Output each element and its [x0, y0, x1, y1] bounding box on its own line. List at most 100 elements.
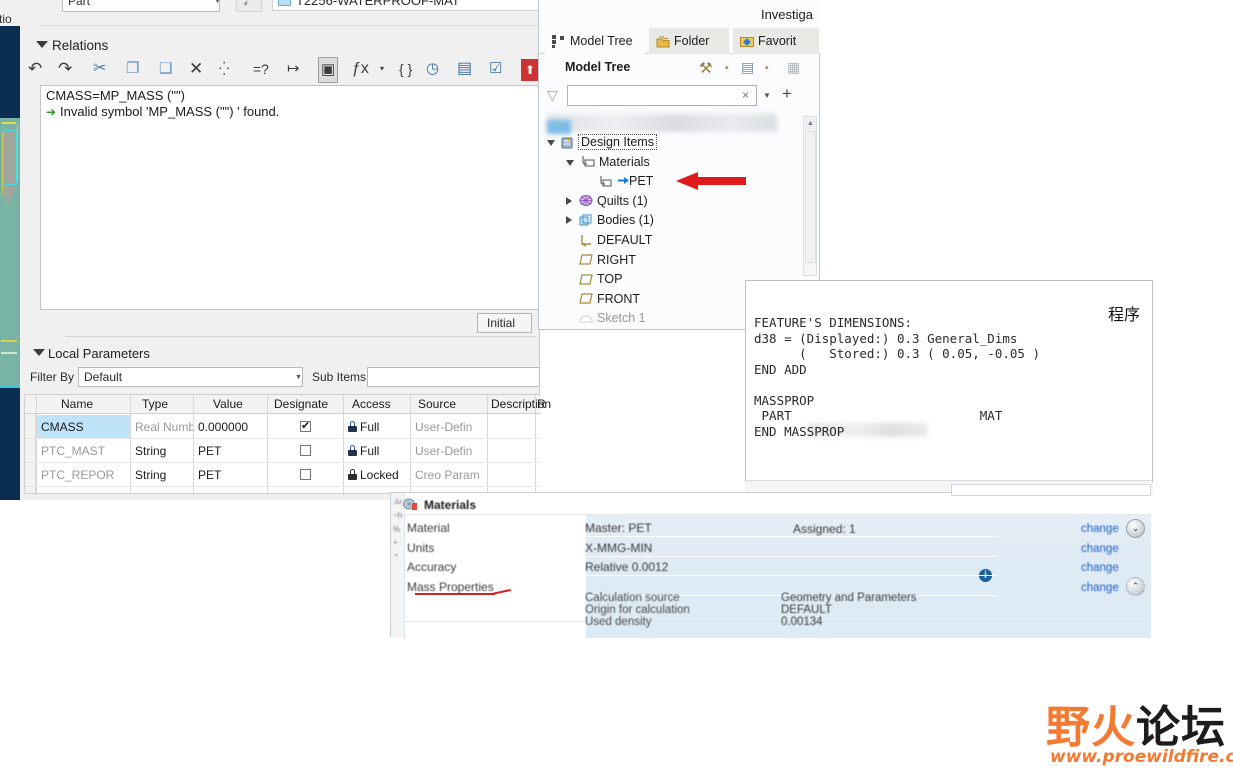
- select-from-model-icon[interactable]: ▣: [318, 57, 339, 83]
- chevron-down-icon[interactable]: [566, 155, 579, 169]
- chevron-right-icon[interactable]: [566, 194, 579, 208]
- units-icon[interactable]: { }: [399, 56, 412, 82]
- table-header-source[interactable]: Source: [418, 397, 456, 411]
- scroll-up-arrow-icon[interactable]: ▲: [805, 118, 816, 130]
- materials-change-link-3[interactable]: change: [1081, 582, 1119, 594]
- checklist-icon[interactable]: ☑: [489, 56, 502, 82]
- graphics-viewport[interactable]: [0, 0, 20, 500]
- lookin-combo-value: Part: [68, 0, 91, 8]
- functions-icon[interactable]: ƒx: [352, 56, 369, 82]
- local-parameters-collapse-caret[interactable]: [33, 349, 45, 356]
- background-gap: [540, 330, 745, 500]
- tree-node-quilts-1[interactable]: Quilts (1): [566, 191, 648, 211]
- materials-dialog: .iu~h%+⌃ Materials Assigned: 1 i ⌄ ⌃ Mat…: [390, 484, 1151, 638]
- materials-strip-glyph-4[interactable]: ⌃: [393, 553, 400, 562]
- history-icon[interactable]: ◷: [426, 56, 439, 82]
- cut-icon[interactable]: ✂: [93, 56, 106, 82]
- materials-strip-glyph-2[interactable]: %: [393, 525, 400, 534]
- part-name-label: T2256-WATERPROOF-MAT: [296, 0, 460, 8]
- table-header-value[interactable]: Value: [213, 397, 243, 411]
- materials-strip-glyph-0[interactable]: .iu: [393, 497, 401, 506]
- sub-items-input[interactable]: [367, 367, 540, 387]
- verify-relations-icon[interactable]: =?: [253, 56, 269, 82]
- tree-filters-icon[interactable]: ▦: [787, 59, 800, 76]
- tab-favorit[interactable]: Favorit: [733, 28, 819, 54]
- switch-dimensions-icon[interactable]: ⁛: [219, 56, 229, 82]
- table-header-type[interactable]: Type: [142, 397, 168, 411]
- paste-icon[interactable]: ❑: [159, 56, 172, 82]
- sub-items-label: Sub Items: [312, 370, 367, 384]
- redo-icon[interactable]: ↷: [58, 56, 72, 82]
- table-header-row: Name Type Value Designate Access Source Descri…: [25, 395, 551, 414]
- dimension-icon[interactable]: ↦: [287, 56, 300, 82]
- table-row[interactable]: CMASS Real Numb 0.000000 ✔ Full User-Defin: [25, 415, 541, 439]
- cell-access: Full: [360, 420, 380, 434]
- expand-down-button[interactable]: ⌄: [1126, 519, 1145, 538]
- designate-checkbox[interactable]: [300, 469, 311, 480]
- table-header-designate[interactable]: Designate: [274, 397, 328, 411]
- tree-node-right[interactable]: RIGHT: [566, 250, 636, 270]
- undo-icon[interactable]: ↶: [28, 56, 42, 82]
- table-header-name[interactable]: Name: [61, 397, 93, 411]
- materials-change-link-0[interactable]: change: [1081, 523, 1119, 535]
- tree-node-bodies-1[interactable]: Bodies (1): [566, 210, 654, 230]
- tree-node-pet[interactable]: PET: [585, 171, 653, 191]
- tab-folder[interactable]: Folder: [649, 28, 729, 54]
- information-line-0: FEATURE'S DIMENSIONS:: [754, 315, 913, 330]
- chevron-right-icon[interactable]: [566, 213, 579, 227]
- table-header-r[interactable]: R: [537, 397, 546, 411]
- left-edge-label: tio: [0, 12, 12, 26]
- filter-dropdown-icon[interactable]: ▼: [763, 91, 771, 100]
- filter-clear-icon[interactable]: ×: [742, 88, 749, 102]
- tree-node-default[interactable]: DEFAULT: [566, 230, 652, 250]
- tree-node-sketch-1[interactable]: Sketch 1: [566, 308, 646, 328]
- materials-upper-field[interactable]: [951, 484, 1151, 496]
- tree-node-top[interactable]: TOP: [566, 269, 622, 289]
- watermark-logo: 野火论坛 www.proewildfire.cn: [1042, 695, 1233, 775]
- tree-node-materials[interactable]: Materials: [566, 152, 650, 172]
- collapse-up-button[interactable]: ⌃: [1126, 577, 1145, 596]
- display-dropdown-icon[interactable]: ▾: [765, 64, 769, 72]
- chevron-down-icon[interactable]: ▼: [295, 374, 302, 381]
- chevron-down-icon[interactable]: ▼: [214, 0, 221, 5]
- relations-error-arrow-icon: ➜: [46, 105, 57, 119]
- relations-editor-line-2: Invalid symbol 'MP_MASS ("") ' found.: [60, 104, 280, 119]
- model-tree-scrollbar[interactable]: ▲: [803, 116, 817, 276]
- scrollbar-thumb[interactable]: [805, 131, 816, 263]
- table-row[interactable]: PTC_REPOR String PET Locked Creo Param: [25, 463, 541, 487]
- filter-funnel-icon[interactable]: ▽: [547, 87, 558, 104]
- filter-add-icon[interactable]: +: [782, 84, 792, 104]
- relations-collapse-caret[interactable]: [36, 41, 48, 48]
- materials-strip-glyph-1[interactable]: ~h: [393, 511, 402, 520]
- tree-node-label: Sketch 1: [597, 311, 646, 326]
- tree-node-front[interactable]: FRONT: [566, 289, 640, 309]
- tree-node-design-items[interactable]: Design Items: [547, 132, 657, 152]
- delete-icon[interactable]: ✕: [189, 56, 203, 82]
- table-row[interactable]: PTC_MAST String PET Full User-Defin: [25, 439, 541, 463]
- copy-icon[interactable]: ❐: [126, 56, 139, 82]
- bodies-icon: [579, 214, 593, 227]
- materials-detail-value-2: 0.00134: [781, 616, 823, 628]
- section-divider: [66, 336, 536, 337]
- information-line-3: END ADD: [754, 361, 807, 377]
- tree-node-label: TOP: [597, 272, 623, 287]
- tab-model-tree[interactable]: Model Tree: [545, 28, 645, 54]
- cell-type: Real Numb: [135, 420, 193, 434]
- functions-dropdown-icon[interactable]: ▾: [380, 56, 384, 82]
- materials-change-link-2[interactable]: change: [1081, 562, 1119, 574]
- datum-plane-icon: [579, 293, 593, 304]
- model-tree-filter-input[interactable]: [567, 85, 757, 106]
- parameters-icon[interactable]: ▤: [457, 56, 472, 82]
- model-tree-header: Model Tree ⚒ ▾ ▤ ▾ ▦: [539, 54, 821, 82]
- materials-change-link-1[interactable]: change: [1081, 543, 1119, 555]
- chevron-down-icon[interactable]: [547, 135, 560, 149]
- materials-left-toolstrip[interactable]: .iu ~h% + ⌃: [391, 493, 405, 638]
- background-right: [820, 0, 1233, 280]
- display-list-icon[interactable]: ▤: [741, 59, 754, 76]
- table-header-access[interactable]: Access: [352, 397, 391, 411]
- materials-strip-glyph-3[interactable]: +: [393, 538, 398, 547]
- designate-checkbox[interactable]: [300, 445, 311, 456]
- settings-tools-icon[interactable]: ⚒: [699, 59, 712, 77]
- insert-icon[interactable]: ⬆: [521, 59, 540, 81]
- settings-dropdown-icon[interactable]: ▾: [725, 64, 729, 72]
